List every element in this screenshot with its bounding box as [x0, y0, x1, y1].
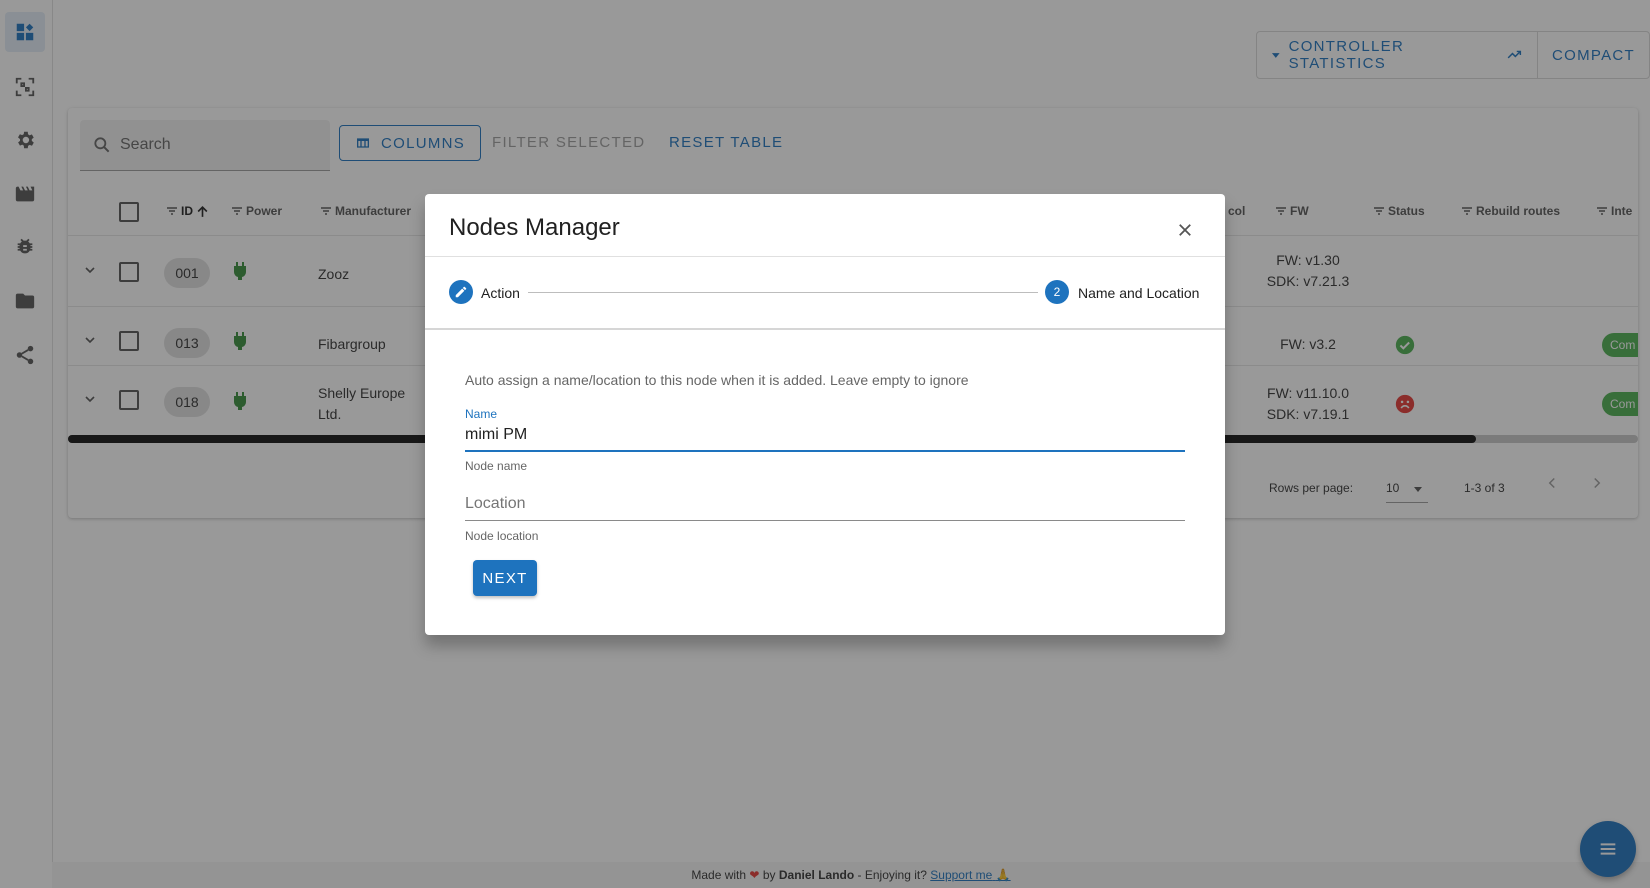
- title-divider: [425, 256, 1225, 257]
- close-button[interactable]: [1171, 216, 1199, 244]
- location-hint: Node location: [465, 529, 539, 543]
- next-button[interactable]: NEXT: [473, 560, 537, 596]
- name-hint: Node name: [465, 459, 528, 473]
- step-action-icon[interactable]: [449, 280, 473, 304]
- name-input[interactable]: [465, 423, 1185, 447]
- step-name-location-label[interactable]: Name and Location: [1078, 285, 1199, 301]
- step-action-label[interactable]: Action: [481, 285, 520, 301]
- name-field-label: Name: [465, 407, 498, 421]
- close-icon: [1179, 224, 1191, 236]
- stepper-divider: [425, 328, 1225, 330]
- location-input-underline: [465, 520, 1185, 521]
- location-input[interactable]: [465, 492, 1185, 516]
- help-text: Auto assign a name/location to this node…: [465, 372, 969, 388]
- stepper-connector: [528, 292, 1038, 293]
- nodes-manager-dialog: Nodes Manager Action 2 Name and Location…: [425, 194, 1225, 635]
- dialog-title: Nodes Manager: [449, 214, 620, 241]
- pencil-icon: [455, 286, 467, 298]
- step-number-badge[interactable]: 2: [1045, 280, 1069, 304]
- name-input-underline: [465, 450, 1185, 452]
